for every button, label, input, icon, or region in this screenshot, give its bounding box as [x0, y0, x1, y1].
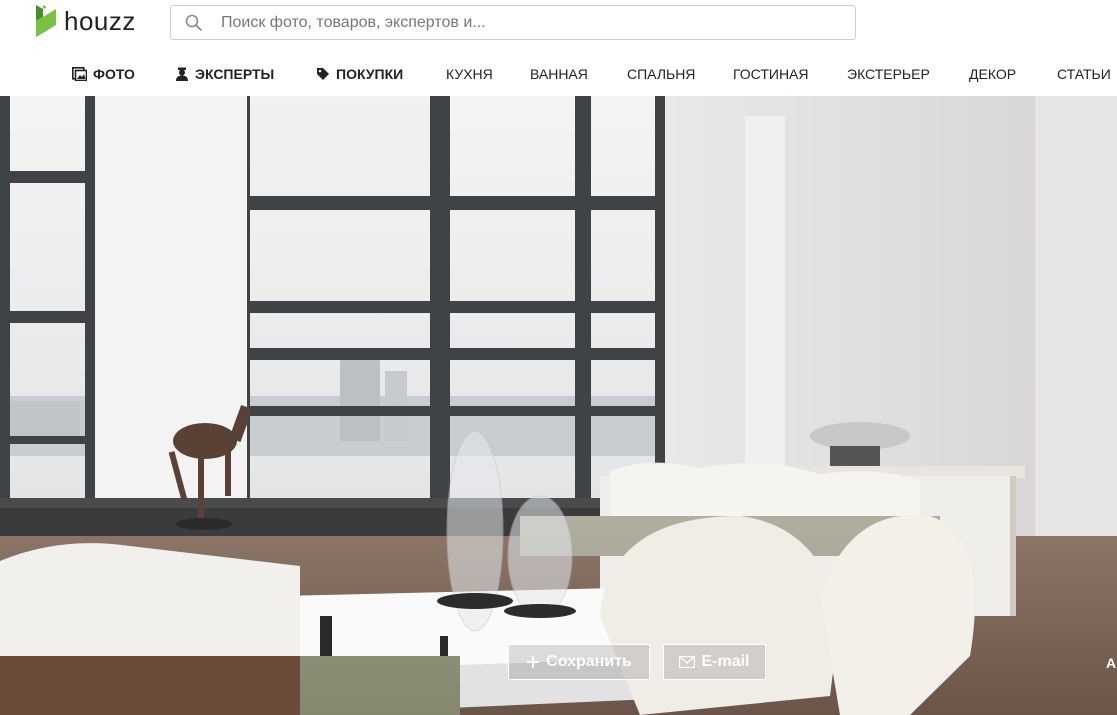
nav-experts[interactable]: ЭКСПЕРТЫ [175, 66, 274, 82]
photo-icon [72, 67, 87, 81]
save-button[interactable]: Сохранить [508, 644, 650, 680]
nav-photo[interactable]: ФОТО [72, 66, 135, 82]
living-room-photo [0, 96, 1117, 715]
nav-exterior-label: ЭКСТЕРЬЕР [847, 66, 930, 82]
plus-icon [527, 656, 540, 668]
nav-living-room-label: ГОСТИНАЯ [733, 66, 809, 82]
top-header: houzz ФОТО ЭКСПЕРТЫ [0, 0, 1117, 97]
expert-icon [176, 67, 188, 81]
nav-articles-label: СТАТЬИ [1057, 66, 1111, 82]
houzz-logo-icon [36, 5, 56, 37]
nav-kitchen-label: КУХНЯ [446, 66, 493, 82]
tag-icon [317, 68, 329, 80]
nav-living-room[interactable]: ГОСТИНАЯ [733, 66, 809, 82]
envelope-icon [679, 656, 696, 668]
email-button[interactable]: E-mail [663, 644, 766, 680]
nav-shopping[interactable]: ПОКУПКИ [316, 66, 403, 82]
nav-articles[interactable]: СТАТЬИ [1057, 66, 1111, 82]
nav-decor[interactable]: ДЕКОР [969, 66, 1016, 82]
nav-bedroom[interactable]: СПАЛЬНЯ [627, 66, 695, 82]
nav-kitchen[interactable]: КУХНЯ [446, 66, 493, 82]
search-icon [185, 14, 203, 32]
save-button-label: Сохранить [546, 653, 632, 670]
logo-text: houzz [64, 5, 136, 36]
search-input[interactable] [219, 12, 823, 33]
nav-photo-label: ФОТО [93, 66, 135, 82]
nav-bedroom-label: СПАЛЬНЯ [627, 66, 696, 82]
nav-exterior[interactable]: ЭКСТЕРЬЕР [847, 66, 930, 82]
main-nav: ФОТО ЭКСПЕРТЫ ПОКУПКИ КУХНЯ ВАННАЯ СПАЛЬ… [0, 54, 1117, 94]
partial-button-label[interactable]: A [1106, 655, 1116, 671]
nav-experts-label: ЭКСПЕРТЫ [195, 66, 275, 82]
search-box[interactable] [170, 5, 856, 40]
nav-decor-label: ДЕКОР [969, 66, 1017, 82]
email-button-label: E-mail [701, 653, 750, 670]
nav-bathroom-label: ВАННАЯ [530, 66, 588, 82]
nav-shopping-label: ПОКУПКИ [336, 66, 404, 82]
hero-photo[interactable] [0, 96, 1117, 715]
nav-bathroom[interactable]: ВАННАЯ [530, 66, 588, 82]
houzz-logo[interactable]: houzz [36, 5, 136, 37]
